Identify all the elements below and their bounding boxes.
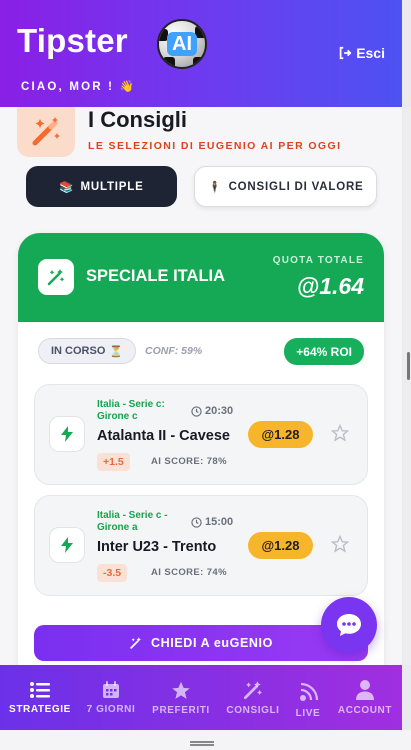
- nav-item-live[interactable]: LIVE: [280, 665, 336, 730]
- lightning-icon: [49, 416, 85, 452]
- live-signal-icon: [300, 682, 319, 701]
- ask-eugenio-button[interactable]: CHIEDI A euGENIO: [34, 625, 368, 661]
- nav-label: STRATEGIE: [9, 704, 71, 715]
- logout-label: Esci: [356, 45, 385, 61]
- match-tag: +1.5: [97, 453, 130, 471]
- match-odds: @1.28: [248, 421, 313, 448]
- drag-handle[interactable]: [190, 741, 214, 746]
- nav-item-strategie[interactable]: STRATEGIE: [0, 665, 80, 730]
- calendar-icon: [103, 681, 119, 698]
- match-odds: @1.28: [248, 532, 313, 559]
- app-header: Tipster AI Esci CIAO, MOR ! 👋: [0, 0, 402, 107]
- status-badge: IN CORSO ⏳: [38, 338, 137, 364]
- roi-badge: +64% ROI: [284, 338, 364, 365]
- clock-icon: [191, 516, 202, 528]
- magic-wand-icon: [243, 681, 263, 700]
- soccer-ball-logo-icon: AI: [157, 19, 207, 69]
- tab-multiple[interactable]: 📚 MULTIPLE: [26, 166, 177, 207]
- tab-valore-label: CONSIGLI DI VALORE: [228, 180, 364, 193]
- scrollbar-thumb[interactable]: [407, 352, 410, 380]
- logout-icon: [339, 46, 352, 60]
- magic-wand-icon: [38, 259, 74, 295]
- nav-item-consigli[interactable]: CONSIGLI: [217, 665, 289, 730]
- quota-label: QUOTA TOTALE: [272, 255, 364, 266]
- bottom-nav: STRATEGIE 7 GIORNI PREFERITI CONSIGLI LI…: [0, 665, 402, 730]
- scrollbar-track[interactable]: [403, 107, 411, 665]
- nav-label: ACCOUNT: [337, 705, 393, 716]
- match-tag: -3.5: [97, 564, 128, 582]
- match-teams: Inter U23 - Trento: [97, 539, 217, 555]
- greeting-text: CIAO, MOR ! 👋: [21, 81, 137, 93]
- chat-button[interactable]: [321, 597, 377, 653]
- logo-badge: AI: [167, 32, 197, 56]
- nav-item-preferiti[interactable]: PREFERITI: [145, 665, 217, 730]
- match-row[interactable]: Italia - Serie c: Girone c 20:30 Atalant…: [34, 384, 368, 485]
- tab-multiple-label: MULTIPLE: [80, 180, 144, 193]
- star-icon[interactable]: [330, 534, 350, 558]
- main-content: I Consigli LE SELEZIONI DI EUGENIO AI PE…: [0, 107, 402, 665]
- app-title: Tipster: [17, 22, 128, 59]
- tip-card-header: SPECIALE ITALIA QUOTA TOTALE @1.64: [18, 233, 384, 322]
- nav-label: PREFERITI: [152, 704, 210, 716]
- match-time: 20:30: [191, 405, 233, 417]
- app-screen: Tipster AI Esci CIAO, MOR ! 👋 I Consigli…: [0, 0, 411, 750]
- books-icon: 📚: [59, 181, 75, 194]
- section-subtitle: LE SELEZIONI DI EUGENIO AI PER OGGI: [88, 140, 342, 152]
- match-time-label: 20:30: [205, 405, 234, 417]
- nav-label: CONSIGLI: [226, 705, 280, 716]
- star-icon[interactable]: [330, 423, 350, 447]
- ask-eugenio-label: CHIEDI A euGENIO: [151, 636, 273, 650]
- man-levitating-icon: 🕴: [207, 181, 223, 194]
- logout-button[interactable]: Esci: [338, 45, 385, 61]
- match-teams: Atalanta II - Cavese: [97, 428, 230, 444]
- tip-card-title: SPECIALE ITALIA: [86, 267, 226, 285]
- clock-icon: [191, 405, 202, 417]
- quota-value: @1.64: [296, 273, 364, 299]
- hourglass-icon: ⏳: [109, 345, 124, 358]
- nav-item-7-giorni[interactable]: 7 GIORNI: [75, 665, 147, 730]
- status-label: IN CORSO: [51, 345, 106, 357]
- match-league: Italia - Serie c: Girone c: [97, 399, 165, 422]
- confidence-text: CONF: 59%: [145, 345, 203, 357]
- nav-label: 7 GIORNI: [86, 704, 136, 715]
- user-icon: [356, 680, 374, 700]
- system-bottom-bar: [0, 730, 411, 750]
- tab-consigli-di-valore[interactable]: 🕴 CONSIGLI DI VALORE: [194, 166, 377, 207]
- match-ai-score: AI SCORE: 74%: [151, 567, 227, 578]
- tip-card: SPECIALE ITALIA QUOTA TOTALE @1.64 IN CO…: [18, 233, 384, 665]
- chat-bubble-icon: [337, 614, 361, 636]
- section-title: I Consigli: [88, 107, 187, 132]
- magic-wand-icon: [17, 107, 75, 157]
- list-icon: [30, 682, 50, 698]
- lightning-icon: [49, 527, 85, 563]
- magic-wand-icon: [130, 637, 141, 649]
- match-league: Italia - Serie c - Girone a: [97, 510, 168, 533]
- star-icon: [172, 681, 190, 699]
- nav-item-account[interactable]: ACCOUNT: [333, 665, 397, 730]
- match-ai-score: AI SCORE: 78%: [151, 456, 227, 467]
- match-time-label: 15:00: [205, 516, 234, 528]
- nav-label: LIVE: [295, 708, 321, 719]
- match-time: 15:00: [191, 516, 233, 528]
- match-row[interactable]: Italia - Serie c - Girone a 15:00 Inter …: [34, 495, 368, 596]
